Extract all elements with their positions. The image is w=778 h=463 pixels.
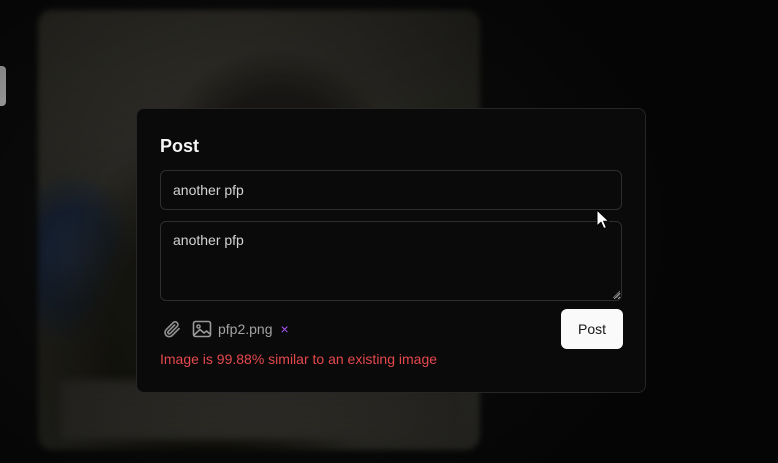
mouse-cursor-icon (596, 209, 610, 230)
post-body-textarea[interactable]: another pfp (160, 221, 622, 301)
attached-file-name: pfp2.png (218, 321, 273, 337)
resize-handle-icon[interactable] (612, 290, 620, 298)
remove-attachment-button[interactable]: × (281, 322, 289, 336)
attached-file-chip: pfp2.png × (192, 320, 289, 338)
post-button[interactable]: Post (561, 309, 623, 349)
similarity-error-message: Image is 99.88% similar to an existing i… (160, 351, 438, 367)
attachment-row: pfp2.png × (160, 314, 289, 344)
attach-file-button[interactable] (160, 317, 184, 341)
post-title-input[interactable] (160, 170, 622, 210)
paperclip-icon (164, 321, 180, 338)
post-dialog: Post another pfp pfp2.png × Post Image i… (136, 108, 646, 393)
image-icon (192, 320, 212, 338)
dialog-title: Post (160, 136, 200, 156)
